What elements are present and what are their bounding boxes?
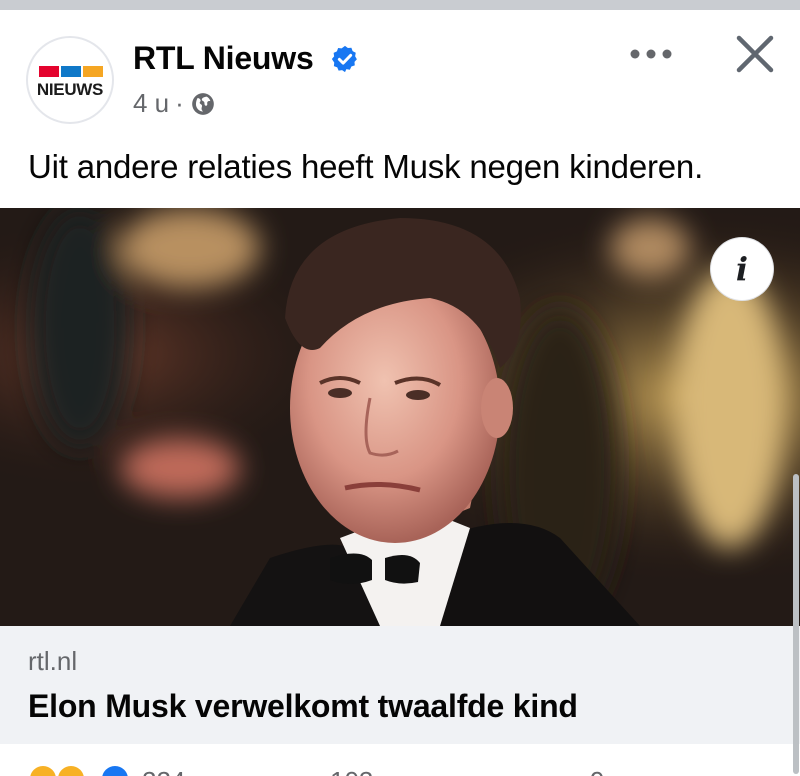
- feed-top-divider: [0, 0, 800, 10]
- like-reaction-icon: [100, 764, 130, 776]
- post-time[interactable]: 4 u: [133, 88, 169, 119]
- more-options-icon[interactable]: [626, 40, 676, 68]
- rtl-logo-blocks: [39, 66, 103, 77]
- link-domain: rtl.nl: [28, 646, 78, 676]
- avatar-logo-text: NIEUWS: [36, 80, 104, 99]
- comment-count[interactable]: 103: [330, 766, 373, 776]
- page-name-link[interactable]: RTL Nieuws: [133, 40, 314, 77]
- reactions-bar: 224 103 9: [0, 744, 800, 776]
- page-avatar[interactable]: NIEUWS: [26, 36, 114, 124]
- article-photo[interactable]: [0, 208, 800, 626]
- post-caption: Uit andere relaties heeft Musk negen kin…: [28, 148, 704, 185]
- info-icon[interactable]: i: [711, 238, 773, 300]
- link-preview-card[interactable]: rtl.nl Elon Musk verwelkomt twaalfde kin…: [0, 626, 800, 744]
- close-icon[interactable]: [734, 33, 776, 75]
- sad-reaction-icon: [28, 764, 58, 776]
- page-scrollbar[interactable]: [793, 474, 799, 774]
- reaction-count[interactable]: 224: [142, 766, 185, 776]
- share-count[interactable]: 9: [590, 766, 604, 776]
- globe-icon: [191, 92, 214, 115]
- meta-separator: ·: [175, 88, 184, 118]
- post-meta: 4 u ·: [133, 88, 216, 119]
- link-title[interactable]: Elon Musk verwelkomt twaalfde kind: [28, 688, 578, 725]
- wow-reaction-icon: [56, 764, 86, 776]
- verified-badge-icon: [331, 45, 357, 73]
